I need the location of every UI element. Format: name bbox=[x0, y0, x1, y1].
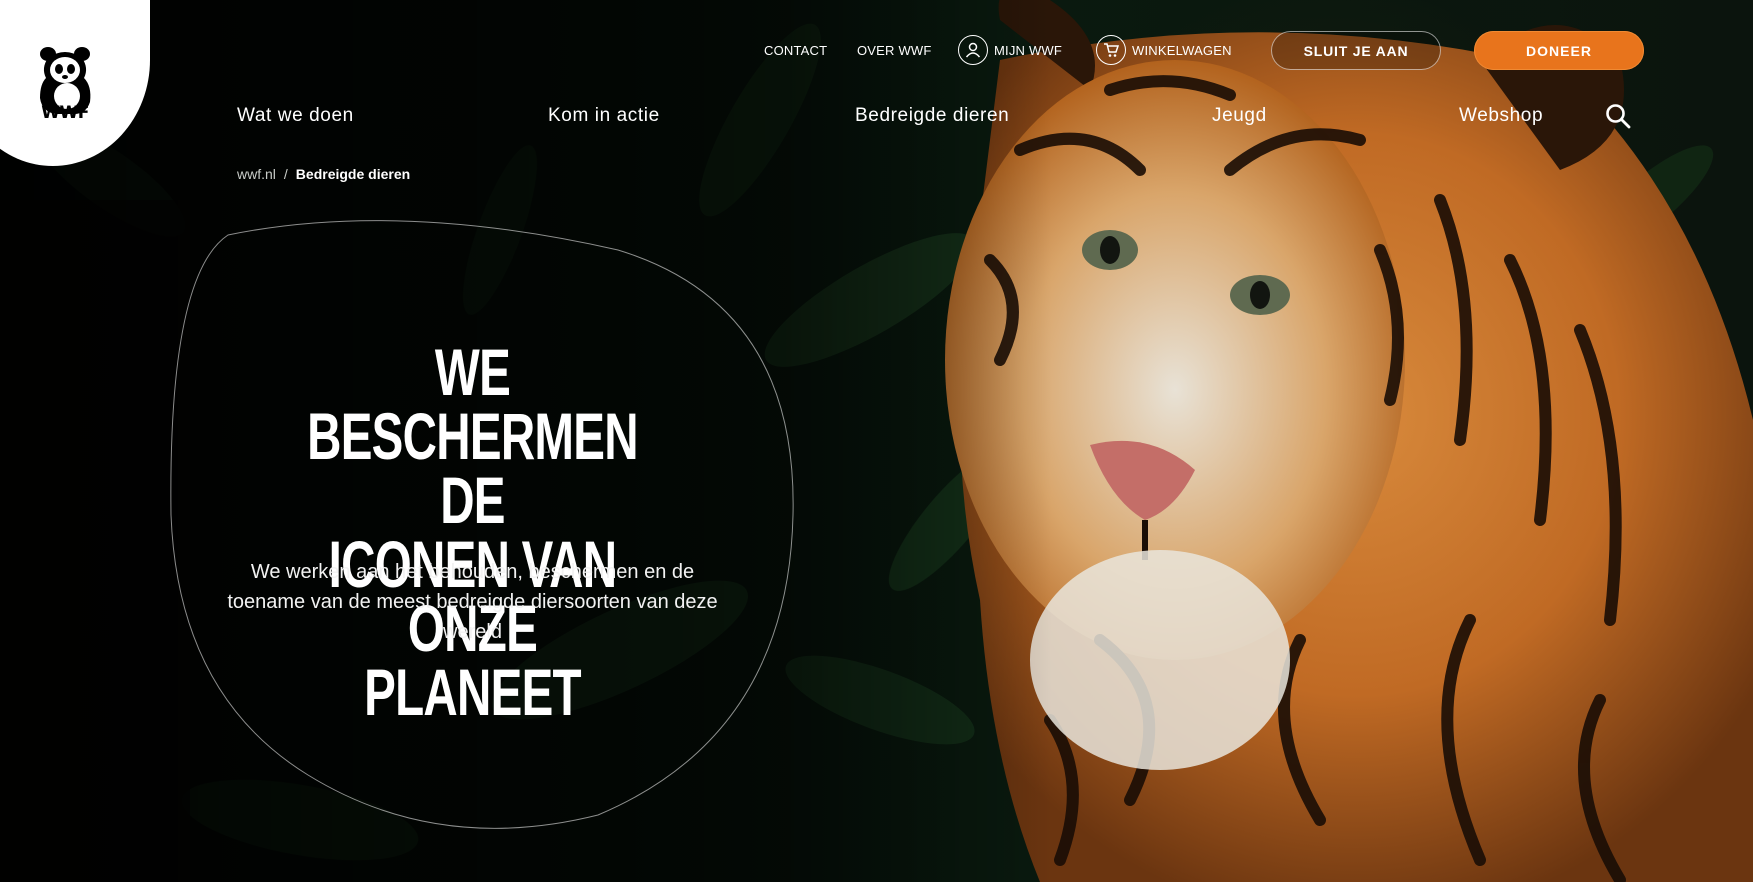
headline-line-3: PLANEET bbox=[364, 655, 581, 729]
cart-icon[interactable] bbox=[1096, 35, 1126, 65]
hero-subtitle: We werken aan het behouden, beschermen e… bbox=[227, 561, 718, 643]
nav-item-wat-we-doen[interactable]: Wat we doen bbox=[237, 105, 354, 127]
donate-button[interactable]: DONEER bbox=[1474, 31, 1644, 70]
join-button[interactable]: SLUIT JE AAN bbox=[1271, 31, 1441, 70]
headline-line-1: WE BESCHERMEN DE bbox=[307, 335, 638, 537]
breadcrumb-current: Bedreigde dieren bbox=[295, 166, 411, 182]
hero-headline: WE BESCHERMEN DE ICONEN VAN ONZE PLANEET bbox=[276, 335, 668, 729]
about-link[interactable]: OVER WWF bbox=[857, 30, 932, 70]
logo-text: WWF bbox=[41, 103, 89, 123]
contact-link[interactable]: CONTACT bbox=[764, 30, 827, 70]
account-link[interactable]: MIJN WWF bbox=[958, 30, 1062, 70]
breadcrumb-home-link[interactable]: wwf.nl bbox=[237, 166, 276, 182]
cart-label[interactable]: WINKELWAGEN bbox=[1132, 43, 1232, 58]
nav-item-jeugd[interactable]: Jeugd bbox=[1212, 105, 1267, 127]
cart-link[interactable]: WINKELWAGEN bbox=[1096, 30, 1232, 70]
nav-item-kom-in-actie[interactable]: Kom in actie bbox=[548, 105, 660, 127]
nav-item-bedreigde-dieren[interactable]: Bedreigde dieren bbox=[855, 105, 1009, 127]
breadcrumb-separator: / bbox=[283, 166, 288, 182]
contact-label[interactable]: CONTACT bbox=[764, 43, 827, 58]
user-circle-icon[interactable] bbox=[958, 35, 988, 65]
account-label[interactable]: MIJN WWF bbox=[994, 43, 1062, 58]
search-icon[interactable] bbox=[1605, 103, 1631, 129]
breadcrumb: wwf.nl / Bedreigde dieren bbox=[237, 166, 410, 182]
nav-item-webshop[interactable]: Webshop bbox=[1459, 105, 1543, 127]
about-label[interactable]: OVER WWF bbox=[857, 43, 932, 58]
